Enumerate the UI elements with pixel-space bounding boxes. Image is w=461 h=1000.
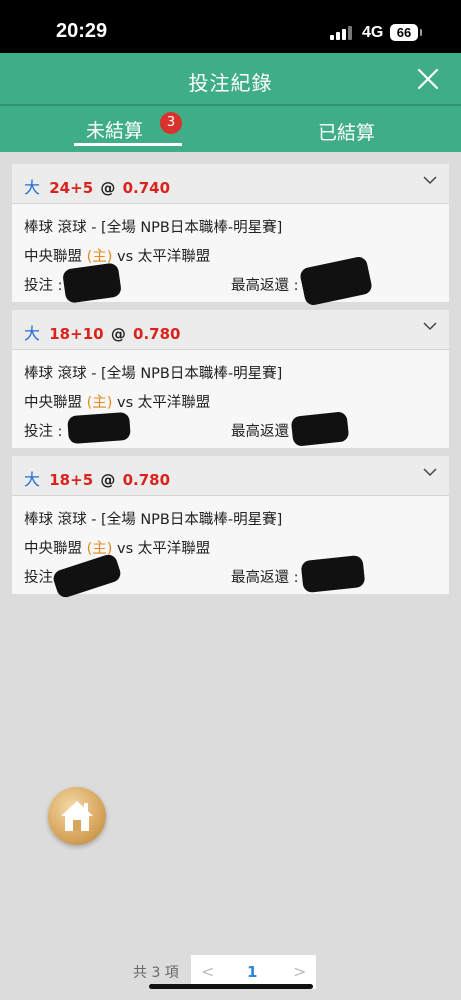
page-title: 投注紀錄 (188, 71, 273, 95)
bet-at: @ (100, 179, 116, 197)
close-icon[interactable] (414, 65, 442, 93)
bet-odds: 0.780 (122, 471, 171, 489)
redaction-mark (61, 262, 123, 304)
next-page-button[interactable]: > (293, 962, 306, 981)
redaction-mark (51, 552, 123, 600)
status-time: 20:29 (56, 20, 108, 42)
bet-at: @ (100, 471, 116, 489)
signal-icon (330, 26, 354, 40)
bet-card-body: 棒球 滾球 - [全場 NPB日本職棒-明星賽] 中央聯盟 (主) vs 太平洋… (12, 204, 449, 307)
redaction-mark (67, 411, 131, 445)
bet-card-header[interactable]: 大 18+10 @ 0.780 (12, 310, 449, 350)
bet-card-header[interactable]: 大 24+5 @ 0.740 (12, 164, 449, 204)
unsettled-count-badge: 3 (160, 112, 182, 134)
away-team: 太平洋聯盟 (137, 541, 211, 557)
max-return-label: 最高返還 : (231, 424, 299, 440)
bet-title: 大 18+5 @ 0.780 (24, 466, 170, 490)
max-return-label: 最高返還 : (231, 570, 299, 586)
active-tab-underline (74, 143, 182, 146)
match-info: 棒球 滾球 - [全場 NPB日本職棒-明星賽] (24, 366, 283, 382)
bet-card-body: 棒球 滾球 - [全場 NPB日本職棒-明星賽] 中央聯盟 (主) vs 太平洋… (12, 496, 449, 600)
tab-settled-label: 已結算 (318, 122, 376, 144)
chevron-down-icon[interactable] (422, 320, 438, 332)
bet-card-header[interactable]: 大 18+5 @ 0.780 (12, 456, 449, 496)
page-number-button[interactable]: 1 (247, 963, 257, 981)
bet-type: 大 (24, 324, 41, 343)
bet-at: @ (110, 325, 126, 343)
header-bar: 投注紀錄 (0, 53, 461, 105)
home-team: 中央聯盟 (24, 395, 82, 411)
redaction-mark (298, 255, 374, 307)
redaction-mark (300, 554, 366, 594)
battery-tip (420, 29, 422, 36)
stake-label: 投注 : (24, 278, 63, 294)
stake-label: 投注 : (24, 424, 63, 440)
total-count: 共 3 項 (133, 965, 179, 981)
bet-odds: 0.740 (122, 179, 171, 197)
bet-line: 18+5 (49, 471, 94, 489)
bet-odds: 0.780 (133, 325, 181, 343)
bet-card: 大 24+5 @ 0.740 棒球 滾球 - [全場 NPB日本職棒-明星賽] … (12, 164, 449, 307)
tab-bar: 未結算 3 已結算 (0, 106, 461, 152)
bet-title: 大 18+10 @ 0.780 (24, 320, 181, 344)
bet-title: 大 24+5 @ 0.740 (24, 174, 170, 198)
tab-settled[interactable]: 已結算 (270, 106, 420, 152)
chevron-down-icon[interactable] (422, 174, 438, 186)
battery-icon: 66 (390, 24, 418, 41)
bet-line: 24+5 (49, 179, 94, 197)
match-info: 棒球 滾球 - [全場 NPB日本職棒-明星賽] (24, 220, 283, 236)
teams-line: 中央聯盟 (主) vs 太平洋聯盟 (24, 391, 210, 412)
home-team: 中央聯盟 (24, 541, 82, 557)
bet-line: 18+10 (49, 325, 104, 343)
network-type: 4G (362, 24, 384, 41)
teams-line: 中央聯盟 (主) vs 太平洋聯盟 (24, 245, 210, 266)
bet-type: 大 (24, 470, 41, 489)
tab-unsettled-label: 未結算 (86, 120, 144, 142)
max-return-label: 最高返還 : (231, 278, 299, 294)
home-button[interactable] (48, 787, 106, 845)
status-bar: 20:29 4G 66 (0, 0, 461, 53)
home-indicator (149, 984, 313, 989)
teams-line: 中央聯盟 (主) vs 太平洋聯盟 (24, 537, 210, 558)
vs-label: vs (117, 249, 134, 265)
bet-card: 大 18+5 @ 0.780 棒球 滾球 - [全場 NPB日本職棒-明星賽] … (12, 456, 449, 600)
bet-card: 大 18+10 @ 0.780 棒球 滾球 - [全場 NPB日本職棒-明星賽]… (12, 310, 449, 448)
away-team: 太平洋聯盟 (137, 249, 211, 265)
vs-label: vs (117, 395, 134, 411)
match-info: 棒球 滾球 - [全場 NPB日本職棒-明星賽] (24, 512, 283, 528)
chevron-down-icon[interactable] (422, 466, 438, 478)
home-tag: (主) (86, 395, 113, 411)
home-icon (61, 801, 93, 831)
redaction-mark (290, 411, 350, 447)
tab-unsettled[interactable]: 未結算 3 (60, 106, 184, 152)
away-team: 太平洋聯盟 (137, 395, 211, 411)
bet-type: 大 (24, 178, 41, 197)
prev-page-button[interactable]: < (201, 962, 214, 981)
bet-card-body: 棒球 滾球 - [全場 NPB日本職棒-明星賽] 中央聯盟 (主) vs 太平洋… (12, 350, 449, 448)
vs-label: vs (117, 541, 134, 557)
home-team: 中央聯盟 (24, 249, 82, 265)
